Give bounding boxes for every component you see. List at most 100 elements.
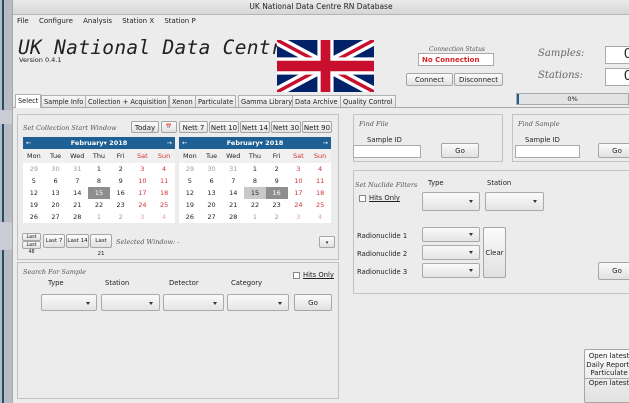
calendar-day[interactable]: 8 [88,175,110,187]
search-go-button[interactable]: Go [294,294,332,311]
menu-analysis[interactable]: Analysis [79,15,116,27]
clear-nuclides-button[interactable]: Clear [483,227,506,278]
calendar-day[interactable]: 14 [66,187,88,199]
station-dropdown[interactable] [101,294,160,311]
calendar-day[interactable]: 26 [179,211,201,223]
calendar-day[interactable]: 17 [288,187,310,199]
calendar-day[interactable]: 6 [45,175,67,187]
calendar-day[interactable]: 2 [110,163,132,175]
calendar-day[interactable]: 25 [153,199,175,211]
tab-xenon[interactable]: Xenon [169,95,196,107]
calendar-day[interactable]: 7 [222,175,244,187]
calendar-day[interactable]: 20 [201,199,223,211]
calendar-day[interactable]: 28 [222,211,244,223]
hits-only-checkbox[interactable] [293,272,300,279]
nett-10-button[interactable]: Nett 10 [209,121,239,133]
calendar-day[interactable]: 27 [45,211,67,223]
nett-30-button[interactable]: Nett 30 [271,121,301,133]
calendar-day[interactable]: 11 [153,175,175,187]
calendar-day[interactable]: 10 [132,175,154,187]
calendar-day[interactable]: 12 [23,187,45,199]
nuclide-go-button[interactable]: Go [598,262,629,280]
detector-dropdown[interactable] [163,294,224,311]
disconnect-button[interactable]: Disconnect [454,73,503,86]
calendar-day[interactable]: 18 [309,187,331,199]
calendar-month[interactable]: February [227,139,260,147]
calendar-day[interactable]: 20 [45,199,67,211]
calendar-day[interactable]: 1 [244,211,266,223]
today-button[interactable]: Today [131,121,159,133]
tab-data-archive[interactable]: Data Archive [292,95,341,107]
last-24-button[interactable]: Last 24 [22,233,41,247]
calendar-day[interactable]: 4 [309,211,331,223]
last-14-button[interactable]: Last 14 [66,234,89,248]
calendar-day[interactable]: 2 [110,211,132,223]
next-month-arrow-icon[interactable]: → [167,137,172,149]
calendar-day[interactable]: 15 [88,187,110,199]
calendar-day[interactable]: 27 [201,211,223,223]
category-dropdown[interactable] [227,294,289,311]
calendar-day[interactable]: 24 [132,199,154,211]
calendar-day[interactable]: 29 [23,163,45,175]
calendar-year[interactable]: 2018 [109,139,127,147]
calendar-day[interactable]: 19 [179,199,201,211]
calendar-day[interactable]: 6 [201,175,223,187]
calendar-icon[interactable]: 📅 [161,121,177,133]
calendar-day[interactable]: 10 [288,175,310,187]
calendar-day[interactable]: 28 [66,211,88,223]
calendar-day[interactable]: 13 [201,187,223,199]
calendar-day[interactable]: 19 [23,199,45,211]
menu-station-x[interactable]: Station X [118,15,158,27]
type-dropdown[interactable] [41,294,97,311]
calendar-day[interactable]: 18 [153,187,175,199]
radionuclide-1-dropdown[interactable] [422,227,480,242]
find-sample-id-input[interactable] [515,145,580,158]
calendar-day[interactable]: 4 [153,211,175,223]
calendar-day[interactable]: 25 [309,199,331,211]
calendar-day[interactable]: 17 [132,187,154,199]
last-7-button[interactable]: Last 7 [43,234,65,248]
calendar-day[interactable]: 3 [288,211,310,223]
calendar-day[interactable]: 1 [244,163,266,175]
tab-particulate[interactable]: Particulate [195,95,237,107]
calendar-day[interactable]: 4 [309,163,331,175]
tab-sample-info[interactable]: Sample Info [41,95,87,107]
tab-quality-control[interactable]: Quality Control [340,95,396,107]
calendar-month[interactable]: February [71,139,104,147]
calendar-day[interactable]: 1 [88,163,110,175]
radionuclide-2-dropdown[interactable] [422,245,480,260]
next-month-arrow-icon[interactable]: → [323,137,328,149]
calendar-day[interactable]: 22 [244,199,266,211]
calendar-day[interactable]: 22 [88,199,110,211]
nuclide-station-dropdown[interactable] [485,192,544,211]
calendar-day[interactable]: 2 [266,163,288,175]
calendar-day[interactable]: 26 [23,211,45,223]
calendar-day[interactable]: 21 [222,199,244,211]
calendar-day[interactable]: 11 [309,175,331,187]
nett-14-button[interactable]: Nett 14 [240,121,270,133]
nuclide-type-dropdown[interactable] [422,192,480,211]
tab-select[interactable]: Select [15,94,42,108]
end-calendar[interactable]: ← February▾ 2018 → Mon Tue Wed Thu Fri Sat Sun 29 3… [179,137,331,223]
selected-window-menu-button[interactable]: ▾ [319,236,335,248]
calendar-day[interactable]: 30 [45,163,67,175]
calendar-day[interactable]: 5 [23,175,45,187]
menu-configure[interactable]: Configure [35,15,77,27]
connect-button[interactable]: Connect [406,73,453,86]
start-calendar[interactable]: ← February▾ 2018 → Mon Tue Wed Thu Fri Sat Sun 29 3… [23,137,175,223]
calendar-day[interactable]: 2 [266,211,288,223]
calendar-day[interactable]: 7 [66,175,88,187]
calendar-day[interactable]: 30 [201,163,223,175]
calendar-day[interactable]: 21 [66,199,88,211]
calendar-day[interactable]: 29 [179,163,201,175]
find-file-go-button[interactable]: Go [441,143,479,158]
calendar-day[interactable]: 9 [266,175,288,187]
calendar-day[interactable]: 13 [45,187,67,199]
last-21-button[interactable]: Last 21 [90,234,112,257]
calendar-day[interactable]: 23 [110,199,132,211]
calendar-day[interactable]: 12 [179,187,201,199]
nett-90-button[interactable]: Nett 90 [302,121,332,133]
last-48-button[interactable]: Last 48 [22,241,41,255]
calendar-day[interactable]: 14 [222,187,244,199]
calendar-day[interactable]: 31 [66,163,88,175]
